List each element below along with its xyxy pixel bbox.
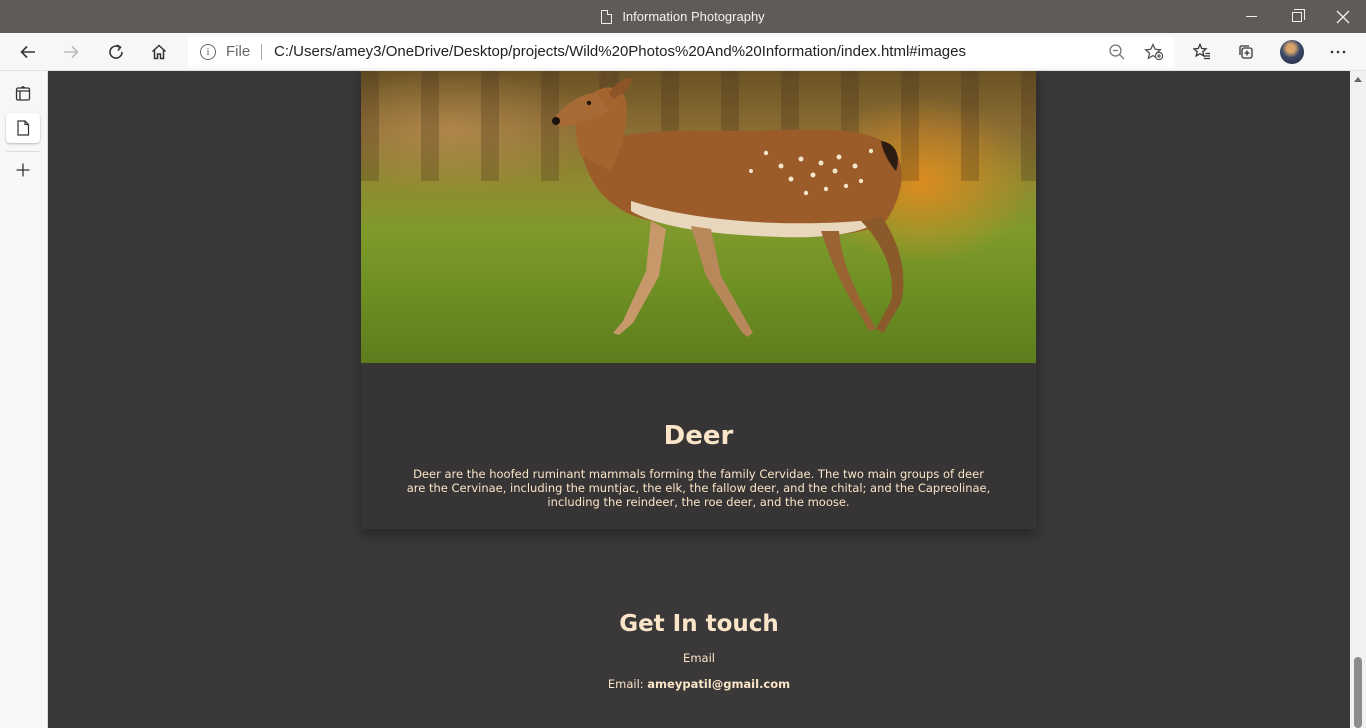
animal-card: Deer Deer are the hoofed ruminant mammal… xyxy=(361,71,1036,529)
contact-email-line: Email: ameypatil@gmail.com xyxy=(48,677,1350,691)
contact-email-label: Email xyxy=(683,651,715,665)
contact-email-address[interactable]: ameypatil@gmail.com xyxy=(647,677,790,691)
favorites-button[interactable] xyxy=(1184,33,1220,71)
address-url[interactable]: C:/Users/amey3/OneDrive/Desktop/projects… xyxy=(274,43,966,60)
tab-information-photography[interactable] xyxy=(6,113,40,143)
title-bar: Information Photography xyxy=(0,0,1366,33)
contact-heading: Get In touch xyxy=(619,611,779,637)
favorites-icon xyxy=(1193,43,1210,60)
tab-actions-button[interactable] xyxy=(6,79,40,109)
back-arrow-icon xyxy=(20,45,35,59)
tab-divider xyxy=(6,151,40,152)
address-bar[interactable]: i File C:/Users/amey3/OneDrive/Desktop/p… xyxy=(188,36,1174,68)
more-button[interactable] xyxy=(1320,33,1356,71)
home-icon xyxy=(151,44,167,60)
animal-description: Deer are the hoofed ruminant mammals for… xyxy=(406,467,991,509)
info-icon[interactable]: i xyxy=(200,44,216,60)
window-title-text: Information Photography xyxy=(622,9,765,24)
page-scrollbar[interactable] xyxy=(1350,71,1366,728)
refresh-icon xyxy=(109,44,123,59)
page-content: Deer Deer are the hoofed ruminant mammal… xyxy=(48,71,1350,728)
scrollbar-thumb[interactable] xyxy=(1354,657,1362,728)
close-icon xyxy=(1336,10,1350,23)
page-icon xyxy=(17,120,30,136)
plus-icon xyxy=(16,163,30,177)
collections-button[interactable] xyxy=(1228,33,1264,71)
minimize-icon xyxy=(1245,16,1257,17)
back-button[interactable] xyxy=(10,33,46,71)
deer-illustration xyxy=(552,71,904,337)
contact-email-prefix: Email: xyxy=(607,677,648,691)
vertical-tab-bar xyxy=(0,71,48,728)
restore-icon xyxy=(1292,8,1305,22)
address-file-label: File xyxy=(226,43,251,60)
address-separator xyxy=(261,44,262,60)
minimize-button[interactable] xyxy=(1228,0,1274,33)
zoom-out-icon[interactable] xyxy=(1108,43,1126,65)
tab-actions-icon xyxy=(15,86,31,101)
window-title: Information Photography xyxy=(0,0,1366,33)
home-button[interactable] xyxy=(141,33,177,71)
browser-toolbar: i File C:/Users/amey3/OneDrive/Desktop/p… xyxy=(0,33,1366,71)
refresh-button[interactable] xyxy=(98,33,134,71)
restore-button[interactable] xyxy=(1274,0,1320,33)
forward-arrow-icon xyxy=(64,45,79,59)
deer-photo xyxy=(361,71,1036,363)
close-button[interactable] xyxy=(1320,0,1366,33)
add-favorite-icon[interactable] xyxy=(1144,42,1164,65)
more-icon xyxy=(1330,50,1346,54)
scroll-up-icon[interactable] xyxy=(1354,77,1362,82)
animal-title: Deer xyxy=(663,421,734,451)
profile-avatar[interactable] xyxy=(1280,40,1304,64)
forward-button[interactable] xyxy=(53,33,89,71)
new-tab-button[interactable] xyxy=(6,155,40,185)
document-icon xyxy=(601,9,613,24)
collections-icon xyxy=(1239,45,1253,59)
